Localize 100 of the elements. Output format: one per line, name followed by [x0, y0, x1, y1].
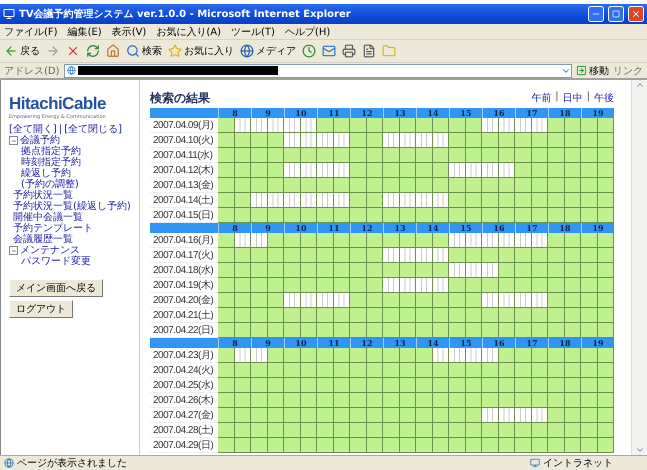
maximize-button[interactable] — [608, 6, 624, 22]
booked-slot[interactable] — [300, 133, 317, 148]
booked-slot[interactable] — [284, 193, 300, 208]
booked-slot[interactable] — [498, 163, 515, 178]
booked-slot[interactable] — [532, 118, 548, 133]
booked-slot[interactable] — [466, 348, 482, 363]
booked-slot[interactable] — [482, 233, 498, 248]
booked-slot[interactable] — [482, 263, 498, 278]
expand-all-link[interactable]: [全て開く] — [9, 124, 57, 135]
address-field[interactable] — [64, 64, 572, 78]
nav-link[interactable]: 拠点指定予約 — [21, 146, 81, 157]
nav-link[interactable]: (予約の調整) — [21, 179, 79, 190]
nav-link[interactable]: メンテナンス — [20, 245, 80, 256]
booked-slot[interactable] — [498, 408, 515, 423]
close-button[interactable] — [628, 6, 644, 22]
back-to-main-button[interactable]: メイン画面へ戻る — [9, 279, 103, 297]
booked-slot[interactable] — [300, 118, 317, 133]
booked-slot[interactable] — [400, 248, 416, 263]
period-link[interactable]: 日中 — [562, 91, 583, 105]
booked-slot[interactable] — [300, 163, 317, 178]
booked-slot[interactable] — [284, 163, 300, 178]
booked-slot[interactable] — [432, 133, 449, 148]
booked-slot[interactable] — [449, 348, 466, 363]
toolbar-button[interactable]: 戻る — [4, 44, 40, 58]
toolbar-button[interactable] — [342, 44, 356, 58]
toolbar-button[interactable]: メディア — [240, 44, 296, 58]
booked-slot[interactable] — [432, 348, 449, 363]
booked-slot[interactable] — [251, 118, 268, 133]
booked-slot[interactable] — [532, 233, 548, 248]
booked-slot[interactable] — [515, 408, 532, 423]
booked-slot[interactable] — [251, 233, 268, 248]
menu-item[interactable]: ヘルプ(H) — [284, 24, 330, 38]
booked-slot[interactable] — [515, 293, 532, 308]
go-button[interactable]: 移動 — [576, 64, 609, 78]
toolbar-button[interactable] — [302, 44, 316, 58]
nav-link[interactable]: 予約状況一覧(繰返し予約) — [13, 201, 131, 212]
booked-slot[interactable] — [449, 163, 466, 178]
nav-link[interactable]: 開催中会議一覧 — [13, 212, 83, 223]
nav-link[interactable]: 時刻指定予約 — [21, 157, 81, 168]
booked-slot[interactable] — [498, 233, 515, 248]
collapse-all-link[interactable]: [全て閉じる] — [64, 124, 122, 135]
nav-link[interactable]: 会議履歴一覧 — [13, 234, 73, 245]
booked-slot[interactable] — [284, 118, 300, 133]
toolbar-button[interactable]: お気に入り — [168, 44, 234, 58]
booked-slot[interactable] — [482, 163, 498, 178]
nav-link[interactable]: 予約テンプレート — [13, 223, 93, 234]
booked-slot[interactable] — [416, 193, 432, 208]
scrollbar[interactable] — [631, 80, 647, 455]
booked-slot[interactable] — [251, 193, 268, 208]
booked-slot[interactable] — [383, 278, 400, 293]
toolbar-button[interactable] — [362, 44, 376, 58]
booked-slot[interactable] — [300, 293, 317, 308]
booked-slot[interactable] — [400, 278, 416, 293]
booked-slot[interactable] — [383, 133, 400, 148]
booked-slot[interactable] — [234, 233, 251, 248]
booked-slot[interactable] — [466, 263, 482, 278]
booked-slot[interactable] — [532, 408, 548, 423]
booked-slot[interactable] — [234, 118, 251, 133]
booked-slot[interactable] — [400, 193, 416, 208]
booked-slot[interactable] — [466, 163, 482, 178]
booked-slot[interactable] — [234, 348, 251, 363]
menu-item[interactable]: ファイル(F) — [4, 24, 58, 38]
booked-slot[interactable] — [284, 133, 300, 148]
booked-slot[interactable] — [416, 248, 432, 263]
booked-slot[interactable] — [300, 193, 317, 208]
booked-slot[interactable] — [482, 408, 498, 423]
booked-slot[interactable] — [400, 133, 416, 148]
booked-slot[interactable] — [432, 193, 449, 208]
booked-slot[interactable] — [268, 118, 284, 133]
minimize-button[interactable] — [588, 6, 604, 22]
period-link[interactable]: 午前 — [531, 91, 552, 105]
booked-slot[interactable] — [317, 293, 334, 308]
booked-slot[interactable] — [498, 293, 515, 308]
toolbar-button[interactable]: 検索 — [126, 44, 162, 58]
booked-slot[interactable] — [515, 233, 532, 248]
booked-slot[interactable] — [466, 233, 482, 248]
booked-slot[interactable] — [317, 133, 334, 148]
booked-slot[interactable] — [383, 193, 400, 208]
menu-item[interactable]: 編集(E) — [68, 24, 102, 38]
booked-slot[interactable] — [284, 293, 300, 308]
booked-slot[interactable] — [334, 293, 350, 308]
nav-link[interactable]: 会議予約 — [20, 135, 60, 146]
links-label[interactable]: リンク — [613, 64, 643, 78]
booked-slot[interactable] — [482, 118, 498, 133]
menu-item[interactable]: ツール(T) — [231, 24, 275, 38]
booked-slot[interactable] — [515, 118, 532, 133]
period-link[interactable]: 午後 — [594, 91, 614, 105]
booked-slot[interactable] — [449, 263, 466, 278]
nav-link[interactable]: 予約状況一覧 — [13, 190, 73, 201]
booked-slot[interactable] — [268, 193, 284, 208]
nav-link[interactable]: 繰返し予約 — [21, 168, 71, 179]
nav-link[interactable]: パスワード変更 — [21, 256, 91, 267]
booked-slot[interactable] — [432, 248, 449, 263]
toolbar-button[interactable] — [86, 44, 100, 58]
toolbar-button[interactable] — [106, 44, 120, 58]
booked-slot[interactable] — [317, 163, 334, 178]
booked-slot[interactable] — [482, 293, 498, 308]
toolbar-button[interactable] — [66, 44, 80, 58]
collapse-icon[interactable] — [9, 136, 18, 145]
menu-item[interactable]: 表示(V) — [112, 24, 146, 38]
